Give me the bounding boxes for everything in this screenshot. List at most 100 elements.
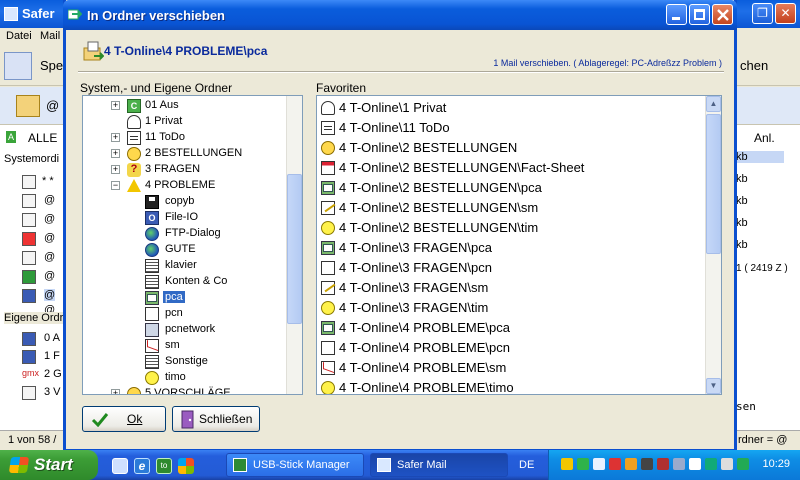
tray-icon[interactable] bbox=[657, 458, 669, 470]
tree-subitem-label: timo bbox=[165, 371, 186, 383]
quicklaunch-icon[interactable] bbox=[112, 458, 128, 474]
expand-icon[interactable]: + bbox=[111, 165, 120, 174]
shield-icon[interactable] bbox=[561, 458, 573, 470]
folder-row-icon[interactable] bbox=[22, 194, 36, 208]
flag-icon[interactable] bbox=[22, 232, 36, 246]
task-safer-mail[interactable]: Safer Mail bbox=[370, 453, 508, 477]
tree-subitem-label: klavier bbox=[165, 259, 197, 271]
task-usb-stick-manager[interactable]: USB-Stick Manager bbox=[226, 453, 364, 477]
expand-icon[interactable]: + bbox=[111, 389, 120, 394]
expand-icon[interactable]: + bbox=[111, 133, 120, 142]
tray-icon[interactable] bbox=[737, 458, 749, 470]
scroll-up-icon[interactable]: ▲ bbox=[706, 96, 721, 112]
gmx-icon[interactable]: gmx bbox=[22, 368, 39, 378]
expand-icon[interactable]: + bbox=[111, 101, 120, 110]
folder-row[interactable]: @ bbox=[44, 194, 55, 206]
own-folder-row[interactable]: 0 A bbox=[44, 332, 60, 344]
tray-icon[interactable] bbox=[625, 458, 637, 470]
list-cell[interactable]: kb bbox=[736, 239, 748, 251]
favorite-item-label: 4 T-Online\2 BESTELLUNGEN\pca bbox=[339, 180, 542, 195]
filter-icon[interactable]: A bbox=[6, 131, 17, 143]
save-icon[interactable] bbox=[4, 52, 32, 80]
scroll-down-icon[interactable]: ▼ bbox=[706, 378, 721, 394]
language-indicator[interactable]: DE bbox=[519, 459, 534, 471]
own-folder-icon[interactable] bbox=[22, 350, 36, 364]
menu-datei[interactable]: Datei bbox=[6, 30, 32, 42]
messenger-icon[interactable] bbox=[178, 458, 194, 474]
expand-icon[interactable]: + bbox=[111, 149, 120, 158]
clock-icon bbox=[321, 381, 335, 394]
filter-label[interactable]: ALLE bbox=[28, 131, 57, 145]
folder-row[interactable]: @ bbox=[44, 213, 55, 225]
folder-row[interactable]: @ bbox=[44, 232, 55, 244]
folder-row[interactable]: * * bbox=[42, 175, 54, 187]
maximize-icon[interactable] bbox=[689, 4, 710, 25]
pen-icon bbox=[321, 281, 335, 295]
list-cell[interactable]: kb bbox=[736, 151, 784, 163]
tray-icon[interactable] bbox=[593, 458, 605, 470]
tray-icon[interactable] bbox=[689, 458, 701, 470]
to-icon[interactable]: to bbox=[156, 458, 172, 474]
own-folder-row[interactable]: 2 G bbox=[44, 368, 62, 380]
close-icon[interactable]: ✕ bbox=[775, 3, 796, 24]
tree-scrollbar[interactable] bbox=[286, 96, 302, 394]
person-icon bbox=[321, 101, 335, 115]
tree-scroll-thumb[interactable] bbox=[287, 174, 302, 324]
task-label: USB-Stick Manager bbox=[253, 459, 350, 471]
tree-subitem-label: sm bbox=[165, 339, 180, 351]
tree-subitem-label: pca bbox=[163, 291, 185, 303]
tree-item-label: 1 Privat bbox=[145, 115, 183, 127]
favorite-item-label: 4 T-Online\3 FRAGEN\tim bbox=[339, 300, 489, 315]
clock-icon bbox=[145, 371, 159, 385]
restore-icon[interactable]: ❐ bbox=[752, 3, 773, 24]
ie-icon[interactable]: e bbox=[134, 458, 150, 474]
start-button[interactable]: Start bbox=[0, 450, 98, 480]
windows-logo-icon bbox=[8, 457, 30, 473]
favorites-scroll-thumb[interactable] bbox=[706, 114, 721, 254]
favorites-list[interactable]: 4 T-Online\1 Privat 4 T-Online\11 ToDo 4 T… bbox=[316, 95, 722, 395]
download-icon[interactable] bbox=[22, 289, 36, 303]
toolbar-right-label[interactable]: chen bbox=[740, 58, 768, 73]
close-icon[interactable] bbox=[712, 4, 733, 25]
folder-row-icon[interactable] bbox=[22, 213, 36, 227]
tray-icon[interactable] bbox=[641, 458, 653, 470]
folder-row[interactable]: @ bbox=[44, 251, 55, 263]
network-icon[interactable] bbox=[577, 458, 589, 470]
favorite-item-label: 4 T-Online\2 BESTELLUNGEN bbox=[339, 140, 518, 155]
collapse-icon[interactable]: − bbox=[111, 181, 120, 190]
folder-tree[interactable]: + C 01 Aus 1 Privat +11 ToDo +2 BESTELLUNGEN +… bbox=[82, 95, 303, 395]
list-cell[interactable]: kb bbox=[736, 173, 748, 185]
list-cell[interactable]: kb bbox=[736, 217, 748, 229]
file-io-icon: O bbox=[145, 211, 159, 225]
folder-row-selected[interactable]: @ bbox=[44, 289, 56, 301]
tray-icon[interactable] bbox=[673, 458, 685, 470]
tray-icon[interactable] bbox=[609, 458, 621, 470]
favorite-item-label: 4 T-Online\3 FRAGEN\pca bbox=[339, 240, 492, 255]
inbox-icon[interactable] bbox=[22, 270, 36, 284]
menu-mail[interactable]: Mail bbox=[40, 30, 60, 42]
ok-button[interactable]: Ok bbox=[82, 406, 166, 432]
main-window-title: Safer bbox=[22, 6, 55, 21]
own-folder-row[interactable]: 1 F bbox=[44, 350, 60, 362]
own-folder-icon[interactable] bbox=[22, 332, 36, 346]
column-header-anl[interactable]: Anl. bbox=[754, 131, 775, 145]
minimize-icon[interactable] bbox=[666, 4, 687, 25]
tray-icon[interactable] bbox=[721, 458, 733, 470]
pca-icon bbox=[321, 321, 335, 335]
tree-subitem-label: FTP-Dialog bbox=[165, 227, 221, 239]
trash-icon[interactable] bbox=[22, 251, 36, 265]
tree-subitem-label: copyb bbox=[165, 195, 195, 207]
clock-icon bbox=[321, 301, 335, 315]
close-button[interactable]: Schließen bbox=[172, 406, 260, 432]
list-cell[interactable]: kb bbox=[736, 195, 748, 207]
folder-icon[interactable] bbox=[16, 95, 40, 117]
favorites-scrollbar[interactable]: ▲ ▼ bbox=[705, 96, 721, 394]
tray-icon[interactable] bbox=[705, 458, 717, 470]
people-icon bbox=[127, 387, 141, 394]
folder-row-icon[interactable] bbox=[22, 175, 36, 189]
toolbar-left-label[interactable]: Spe bbox=[40, 58, 63, 73]
mail-icon bbox=[321, 361, 335, 375]
folder-row[interactable]: @ bbox=[44, 270, 55, 282]
own-folder-row[interactable]: 3 V bbox=[44, 386, 61, 398]
own-folder-icon[interactable] bbox=[22, 386, 36, 400]
